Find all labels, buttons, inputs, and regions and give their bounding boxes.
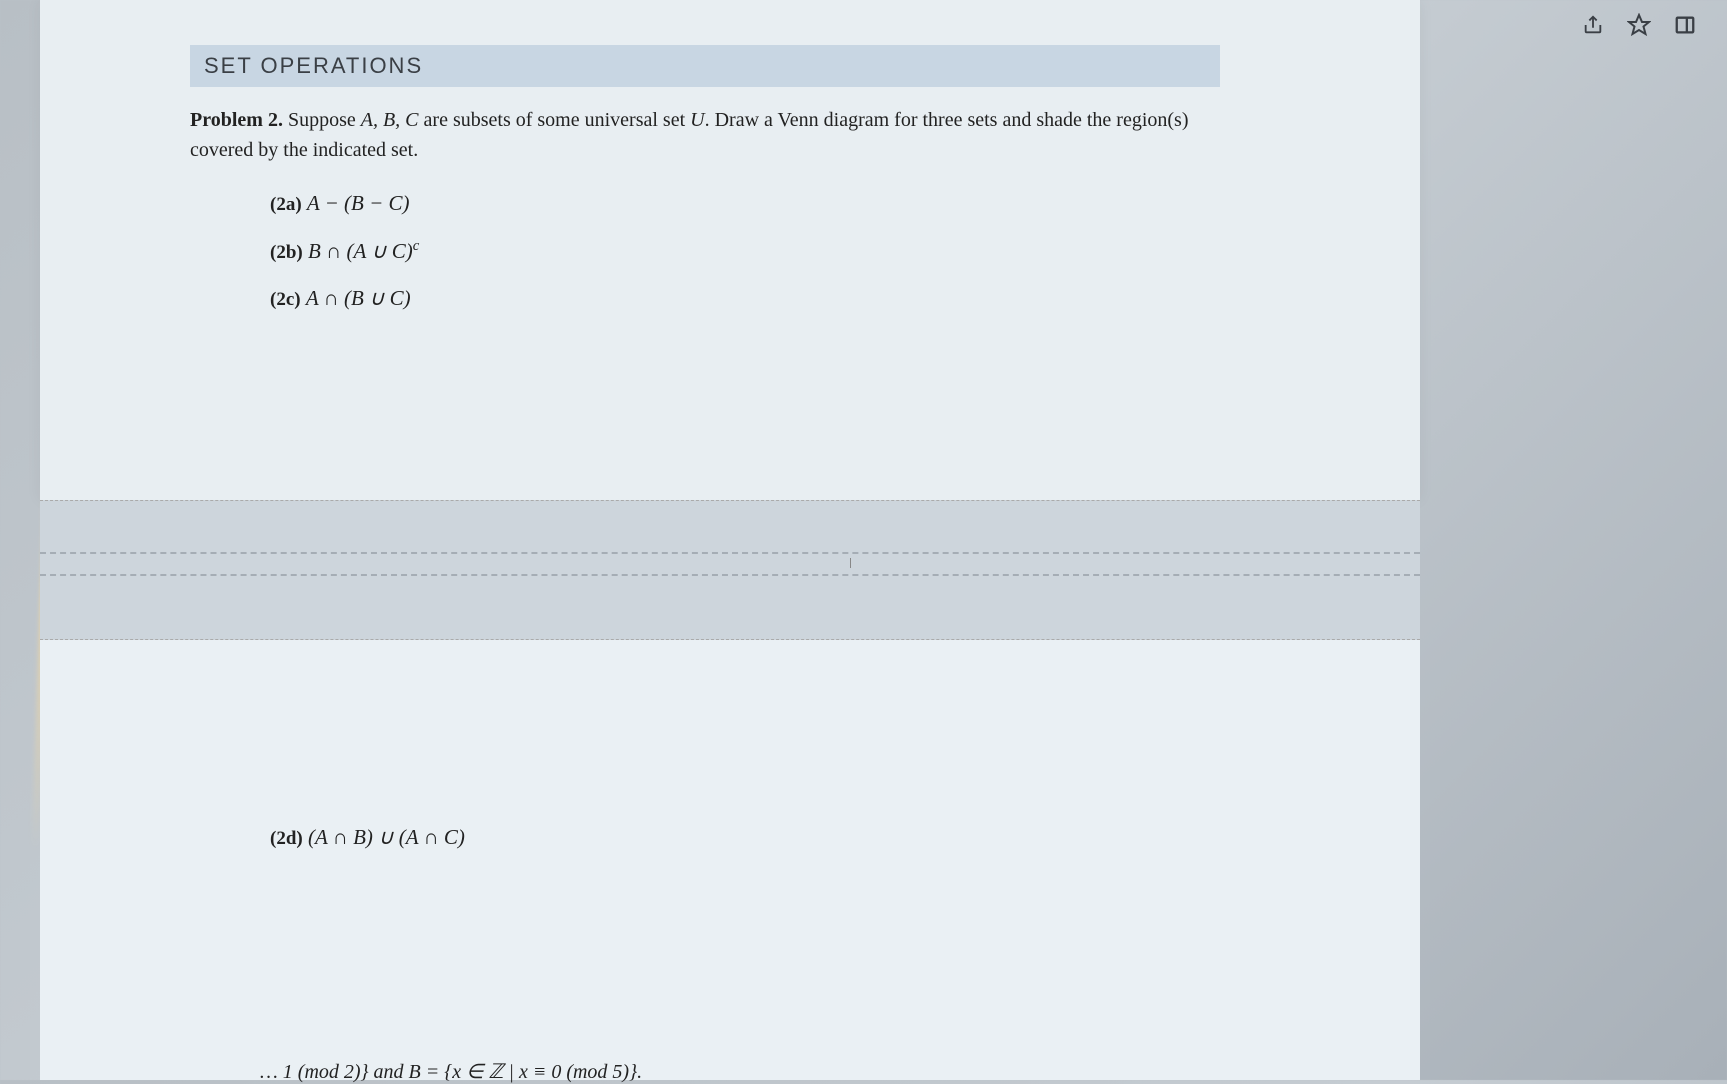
subproblem-2d: (2d) (A ∩ B) ∪ (A ∩ C) [270,825,1380,850]
partial-bottom-text: … 1 (mod 2)} and B = {x ∈ ℤ | x ≡ 0 (mod… [260,1059,642,1084]
subproblem-label: (2b) [270,242,303,263]
subproblem-label: (2a) [270,194,302,215]
subproblem-expr: (A ∩ B) ∪ (A ∩ C) [308,825,465,849]
problem-text-mid: are subsets of some universal set [419,109,691,131]
complement-superscript: c [413,238,420,254]
subproblem-2c: (2c) A ∩ (B ∪ C) [270,286,1380,311]
subproblem-expr: A − (B − C) [307,191,410,215]
subproblem-list: (2a) A − (B − C) (2b) B ∩ (A ∪ C)c (2c) … [270,191,1380,311]
problem-label: Problem 2. [190,109,283,131]
problem-sets: A, B, C [361,109,419,131]
subproblem-expr: B ∩ (A ∪ C) [308,239,413,263]
sidebar-toggle-icon[interactable] [1673,13,1697,37]
page-break-dash-top [40,552,1420,554]
page-break-dash-bottom [40,574,1420,576]
subproblem-expr: A ∩ (B ∪ C) [306,286,411,310]
center-tick [850,558,851,568]
problem-universal: U [690,109,704,131]
subproblem-label: (2c) [270,289,301,310]
share-icon[interactable] [1581,13,1605,37]
document-page-2: (2d) (A ∩ B) ∪ (A ∩ C) … 1 (mod 2)} and … [40,640,1420,1080]
problem-text-pre: Suppose [288,109,361,131]
section-header: SET OPERATIONS [190,45,1220,87]
page-gap [40,500,1420,640]
bookmark-star-icon[interactable] [1627,13,1651,37]
problem-statement: Problem 2. Suppose A, B, C are subsets o… [190,105,1210,165]
document-page-1: SET OPERATIONS Problem 2. Suppose A, B, … [40,0,1420,500]
subproblem-label: (2d) [270,828,303,849]
subproblem-2a: (2a) A − (B − C) [270,191,1380,216]
subproblem-2b: (2b) B ∩ (A ∪ C)c [270,238,1380,264]
